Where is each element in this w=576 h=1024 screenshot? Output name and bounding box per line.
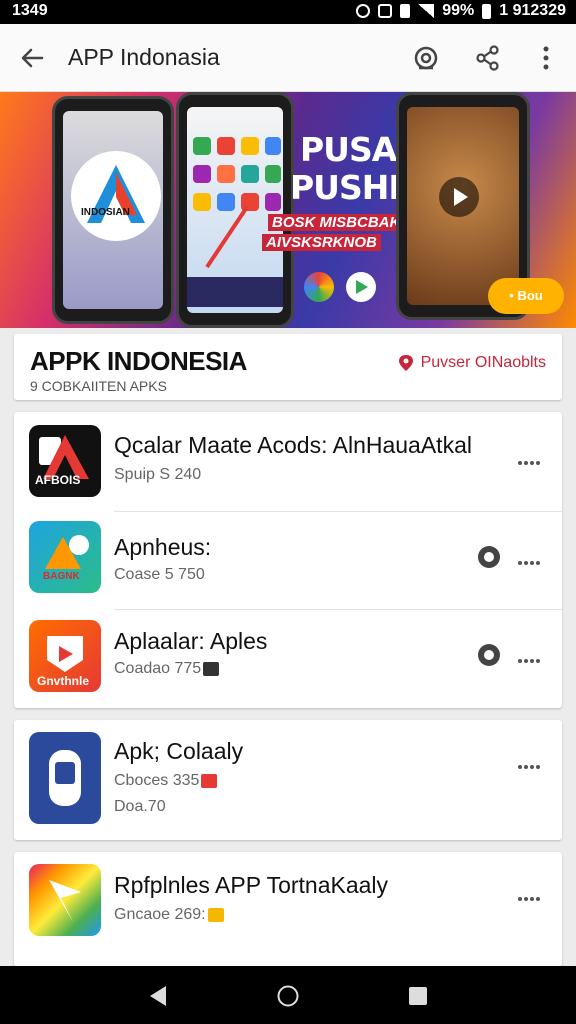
section-subtitle: 9 COBKAIITEN APKS — [30, 378, 167, 394]
section-title: APPK INDONESIA — [30, 346, 247, 376]
app-icon-1: AFBOIS — [29, 425, 101, 497]
app-name: Aplaalar: Aples — [114, 628, 268, 654]
list-item[interactable]: BAGNK Apnheus: Coase 5 750 — [14, 512, 562, 608]
play-store-icon — [346, 272, 376, 302]
list-item[interactable]: AFBOIS Qcalar Maate Acods: AlnHauaAtkal … — [14, 412, 562, 510]
app-icon-2-text: BAGNK — [43, 571, 80, 582]
app-meta: Coadao 775 — [114, 660, 220, 678]
page-title: APP Indonasia — [68, 44, 220, 70]
list-item[interactable]: Rpfplnles APP TortnaKaaly Gncaoe 269: — [14, 852, 562, 966]
nav-home-icon[interactable] — [276, 984, 300, 1008]
app-bar: APP Indonasia — [0, 24, 576, 92]
battery-icon — [482, 3, 492, 19]
app-name: Apnheus: — [114, 534, 212, 560]
app-meta-text: Coadao 775 — [114, 660, 202, 677]
app-meta: Coase 5 750 — [114, 566, 205, 583]
app-list-card-2: Apk; Colaaly Cboces 335 Doa.70 — [14, 720, 562, 840]
back-arrow-icon[interactable] — [18, 44, 46, 72]
app-grid-icon — [187, 137, 283, 307]
list-item[interactable]: Apk; Colaaly Cboces 335 Doa.70 — [14, 720, 562, 840]
list-item[interactable]: Gnvthnle Aplaalar: Aples Coadao 775 — [14, 610, 562, 708]
nav-back-icon[interactable] — [146, 984, 170, 1008]
app-meta: Cboces 335 — [114, 772, 218, 790]
section-header-card: APPK INDONESIA 9 COBKAIITEN APKS Puvser … — [14, 334, 562, 400]
play-video-icon[interactable] — [439, 177, 479, 217]
app-list-card-1: AFBOIS Qcalar Maate Acods: AlnHauaAtkal … — [14, 412, 562, 708]
share-icon[interactable] — [474, 44, 502, 72]
banner-logo-circle: INDOSIAN — [71, 151, 161, 241]
more-horiz-icon[interactable] — [518, 888, 546, 901]
banner-logo-text: INDOSIAN — [81, 207, 130, 218]
more-horiz-icon[interactable] — [518, 756, 546, 769]
section-link-label: Puvser OINaoblts — [420, 354, 546, 371]
tag-icon — [201, 773, 218, 788]
banner-sub-2: AIVSKSRKNOB — [262, 234, 381, 251]
app-icon-1-text: AFBOIS — [35, 473, 81, 487]
more-horiz-icon[interactable] — [518, 650, 546, 663]
more-horiz-icon[interactable] — [518, 452, 546, 465]
banner-phone-1-screen: INDOSIAN — [63, 111, 163, 309]
app-icon-3-text: Gnvthnle — [37, 674, 90, 688]
app-name: Apk; Colaaly — [114, 738, 244, 764]
banner-app-logo-1 — [304, 272, 334, 302]
app-meta: Gncaoe 269: — [114, 906, 224, 924]
mute-icon — [378, 4, 393, 18]
app-list-card-3: Rpfplnles APP TortnaKaaly Gncaoe 269: — [14, 852, 562, 966]
alarm-icon — [356, 4, 371, 18]
app-meta-text: Cboces 335 — [114, 772, 200, 789]
tag-icon — [203, 661, 220, 676]
banner-phone-2-screen — [187, 107, 283, 313]
app-name: Qcalar Maate Acods: AlnHauaAtkal — [114, 432, 472, 458]
pin-icon[interactable] — [478, 644, 500, 666]
app-name: Rpfplnles APP TortnaKaaly — [114, 872, 389, 898]
app-meta: Spuip S 240 — [114, 466, 202, 483]
nav-recents-icon[interactable] — [406, 984, 430, 1008]
camera-icon[interactable] — [412, 44, 440, 72]
banner-phone-3-screen — [407, 107, 519, 305]
location-pin-icon — [398, 355, 413, 371]
banner-phone-1: INDOSIAN — [52, 96, 174, 324]
system-nav-bar — [0, 966, 576, 1024]
app-icon-4 — [29, 732, 101, 824]
tag-icon — [207, 907, 224, 922]
banner-phone-2 — [176, 92, 294, 328]
banner-headline-2: PUSHI — [290, 168, 401, 207]
app-icon-3: Gnvthnle — [29, 620, 101, 692]
app-meta-text: Gncaoe 269: — [114, 906, 206, 923]
pin-icon[interactable] — [478, 546, 500, 568]
sim-card-icon — [400, 4, 411, 18]
banner-badge-button[interactable]: • Bou — [488, 278, 564, 314]
status-time: 1349 — [12, 2, 48, 19]
app-meta-2: Doa.70 — [114, 798, 166, 815]
battery-percent: 99% — [442, 2, 475, 19]
more-vert-icon[interactable] — [532, 44, 560, 72]
section-link[interactable]: Puvser OINaoblts — [397, 354, 546, 372]
app-icon-5 — [29, 864, 101, 936]
status-right-text: 1 912329 — [499, 2, 566, 19]
signal-icon — [418, 4, 435, 18]
app-icon-2: BAGNK — [29, 521, 101, 593]
status-bar: 1349 99% 1 912329 — [0, 0, 576, 24]
banner-logo-icon — [87, 165, 145, 223]
more-horiz-icon[interactable] — [518, 552, 546, 565]
status-icons: 99% 1 912329 — [356, 2, 566, 20]
promo-banner[interactable]: INDOSIAN PUSAK PUSHI BOSK MISBCBAKSB AIV… — [0, 92, 576, 328]
